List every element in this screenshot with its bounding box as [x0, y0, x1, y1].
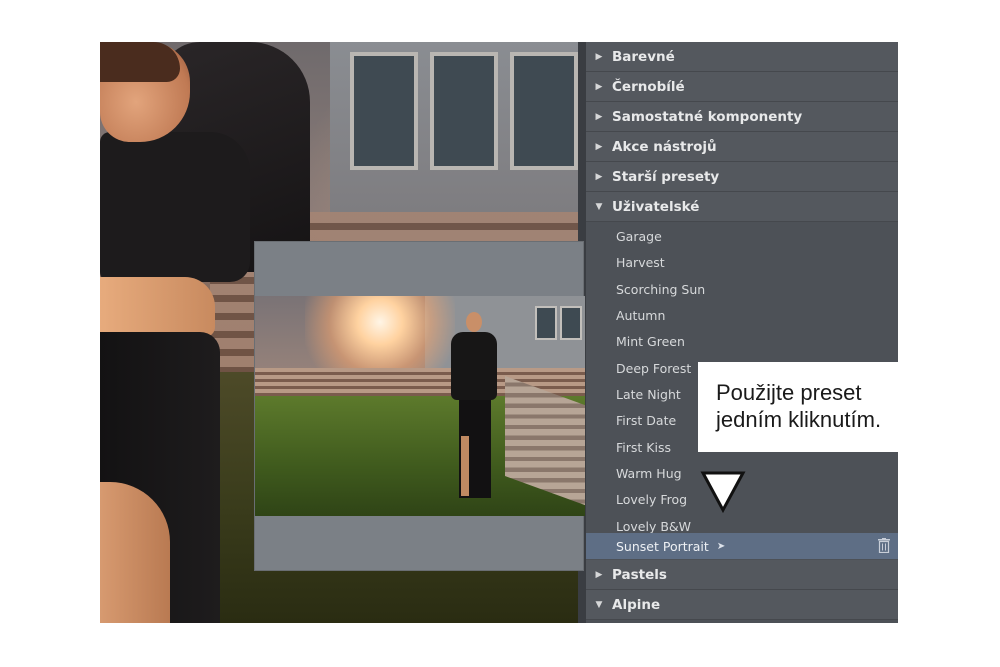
preview-woman-leg	[461, 436, 469, 496]
preset-preview-popup	[254, 241, 585, 571]
triangle-right-icon: ▶	[595, 51, 603, 62]
preset-label: Lovely Frog	[616, 491, 688, 507]
category-barevne[interactable]: ▶ Barevné	[586, 42, 898, 72]
preset-item[interactable]: Garage	[586, 223, 898, 250]
cursor-icon: ➤	[716, 540, 726, 552]
preset-label: Late Night	[616, 386, 681, 402]
photo-hair	[100, 42, 180, 82]
category-label: Černobílé	[612, 78, 685, 95]
category-uzivatelske[interactable]: ▼ Uživatelské	[586, 192, 898, 222]
triangle-right-icon: ▶	[595, 141, 603, 152]
triangle-right-icon: ▶	[595, 171, 603, 182]
category-label: Samostatné komponenty	[612, 108, 803, 125]
triangle-down-icon: ▼	[595, 599, 603, 610]
trash-icon[interactable]	[878, 538, 890, 553]
photo-belly	[100, 277, 215, 337]
triangle-down-icon: ▼	[595, 201, 603, 212]
preset-item[interactable]: Harvest	[586, 249, 898, 276]
preset-label: Deep Forest	[616, 360, 692, 376]
category-label: Pastels	[612, 566, 667, 583]
presets-panel: ▶ Barevné ▶ Černobílé ▶ Samostatné kompo…	[578, 42, 898, 623]
category-label: Barevné	[612, 48, 675, 65]
preset-label: Sunset Portrait	[616, 538, 709, 554]
preset-item[interactable]: Autumn	[586, 302, 898, 329]
category-pastels[interactable]: ▶ Pastels	[586, 560, 898, 590]
preset-item[interactable]: Mint Green	[586, 328, 898, 355]
category-label: Uživatelské	[612, 198, 700, 215]
category-samostatne-komponenty[interactable]: ▶ Samostatné komponenty	[586, 102, 898, 132]
category-cernobile[interactable]: ▶ Černobílé	[586, 72, 898, 102]
callout-line-2: jedním kliknutím.	[716, 407, 882, 432]
preview-woman-body	[451, 332, 497, 400]
preset-label: Warm Hug	[616, 465, 682, 481]
preview-woman-head	[466, 312, 482, 332]
category-label: Starší presety	[612, 168, 720, 185]
category-label: Alpine	[612, 596, 661, 613]
preset-item-selected[interactable]: Sunset Portrait ➤	[586, 533, 898, 560]
instruction-callout: Použijte preset jedním kliknutím.	[698, 362, 913, 452]
preset-label: First Date	[616, 412, 677, 428]
preset-label: Scorching Sun	[616, 281, 706, 297]
triangle-right-icon: ▶	[595, 569, 603, 580]
photo-top	[100, 132, 250, 282]
preset-label: Lovely B&W	[616, 518, 692, 534]
category-alpine[interactable]: ▼ Alpine	[586, 590, 898, 620]
down-triangle-icon	[700, 471, 746, 514]
category-starsi-presety[interactable]: ▶ Starší presety	[586, 162, 898, 192]
preset-label: Harvest	[616, 254, 665, 270]
triangle-right-icon: ▶	[595, 81, 603, 92]
preset-label: First Kiss	[616, 439, 671, 455]
preset-label: Mint Green	[616, 333, 685, 349]
callout-line-1: Použijte preset	[716, 380, 862, 405]
preview-thumbnail	[255, 296, 585, 516]
preset-label: Garage	[616, 228, 662, 244]
category-label: Akce nástrojů	[612, 138, 717, 155]
triangle-right-icon: ▶	[595, 111, 603, 122]
preset-item[interactable]: Scorching Sun	[586, 276, 898, 303]
preset-label: Autumn	[616, 307, 666, 323]
category-akce-nastroju[interactable]: ▶ Akce nástrojů	[586, 132, 898, 162]
